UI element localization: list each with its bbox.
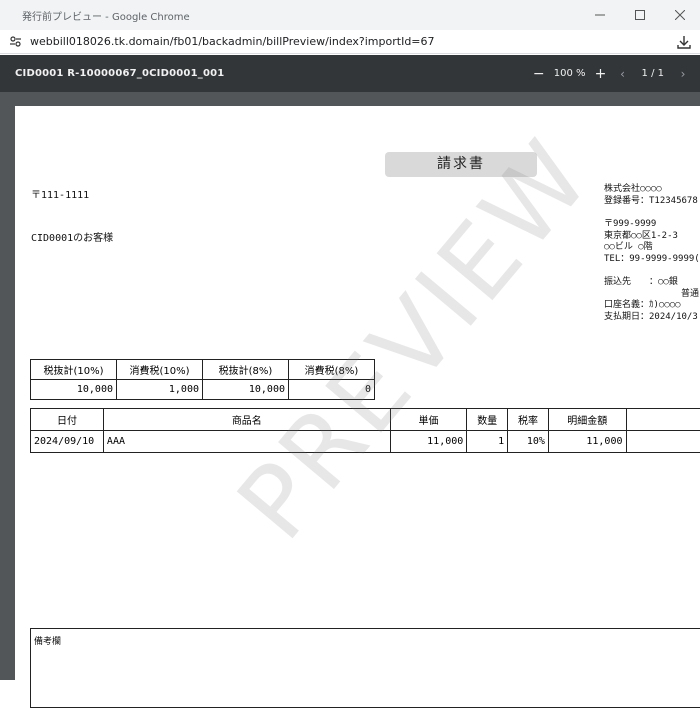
tax-value: 0	[289, 380, 375, 400]
issuer-postal: 〒999-9999	[604, 219, 700, 231]
download-icon[interactable]	[676, 34, 692, 50]
tax-header: 消費税(10%)	[117, 360, 203, 380]
items-header: 商品名	[103, 409, 390, 431]
zoom-in-button[interactable]: +	[594, 66, 608, 82]
tax-summary-table: 税抜計(10%) 消費税(10%) 税抜計(8%) 消費税(8%) 10,000…	[30, 359, 375, 400]
item-tax-rate: 10%	[508, 431, 549, 453]
issuer-tel: TEL：99-9999-9999(	[604, 254, 700, 266]
item-quantity: 1	[467, 431, 508, 453]
remarks-label: 備考欄	[34, 634, 61, 647]
issuer-address2: ○○ビル ○階	[604, 242, 700, 254]
page-indicator[interactable]: 1 / 1	[642, 68, 664, 79]
customer-postal-code: 〒111-1111	[31, 186, 89, 201]
item-amount: 11,000	[548, 431, 626, 453]
bank-name: ○○銀	[658, 277, 678, 287]
minimize-button[interactable]	[580, 0, 620, 30]
tax-value: 10,000	[203, 380, 289, 400]
items-header: 日付	[31, 409, 104, 431]
close-icon	[675, 10, 685, 20]
zoom-level[interactable]: 100 %	[554, 68, 586, 79]
issuer-address1: 東京都○○区1-2-3	[604, 231, 700, 243]
url-text[interactable]: webbill018026.tk.domain/fb01/backadmin/b…	[30, 35, 435, 48]
line-items-table: 日付 商品名 単価 数量 税率 明細金額 2024/09/10 AAA 11,0…	[30, 408, 700, 453]
item-extra	[626, 431, 700, 453]
window-title: 発行前プレビュー - Google Chrome	[22, 8, 190, 23]
account-type: 普通	[604, 289, 700, 301]
close-button[interactable]	[660, 0, 700, 30]
tax-value: 10,000	[31, 380, 117, 400]
items-header: 税率	[508, 409, 549, 431]
maximize-button[interactable]	[620, 0, 660, 30]
tax-header: 税抜計(10%)	[31, 360, 117, 380]
zoom-out-button[interactable]: −	[532, 66, 546, 82]
items-header: 数量	[467, 409, 508, 431]
payment-due: 支払期日：2024/10/3	[604, 312, 700, 324]
items-header	[626, 409, 700, 431]
bank-label: 振込先 ：	[604, 277, 658, 287]
preview-watermark: PREVIEW	[215, 118, 614, 562]
document-title: 請求書	[385, 152, 537, 177]
item-name: AAA	[103, 431, 390, 453]
item-unit-price: 11,000	[390, 431, 467, 453]
issuer-company: 株式会社○○○○	[604, 184, 700, 196]
item-date: 2024/09/10	[31, 431, 104, 453]
next-page-button[interactable]: ›	[676, 67, 690, 81]
title-bar: 発行前プレビュー - Google Chrome	[0, 0, 700, 30]
tax-header: 消費税(8%)	[289, 360, 375, 380]
document-name: CID0001 R-10000067_0CID0001_001	[15, 68, 224, 79]
site-info-icon[interactable]	[8, 35, 22, 49]
prev-page-button[interactable]: ‹	[616, 67, 630, 81]
address-bar[interactable]: webbill018026.tk.domain/fb01/backadmin/b…	[0, 30, 700, 54]
items-header-row: 日付 商品名 単価 数量 税率 明細金額	[31, 409, 700, 431]
pdf-viewer[interactable]: 請求書 〒111-1111 CID0001のお客様 株式会社○○○○ 登録番号：…	[0, 92, 700, 680]
issuer-registration: 登録番号：T12345678	[604, 196, 700, 208]
account-name: 口座名義：ｶ)○○○○	[604, 300, 700, 312]
maximize-icon	[635, 10, 645, 20]
issuer-block: 株式会社○○○○ 登録番号：T12345678 〒999-9999 東京都○○区…	[604, 184, 700, 323]
tax-value: 1,000	[117, 380, 203, 400]
remarks-box: 備考欄	[30, 628, 700, 708]
table-row: 2024/09/10 AAA 11,000 1 10% 11,000	[31, 431, 700, 453]
minimize-icon	[595, 10, 605, 20]
customer-name: CID0001のお客様	[31, 229, 113, 244]
pdf-page: 請求書 〒111-1111 CID0001のお客様 株式会社○○○○ 登録番号：…	[15, 106, 700, 706]
items-header: 明細金額	[548, 409, 626, 431]
pdf-controls: − 100 % + ‹ 1 / 1 ›	[532, 55, 690, 92]
window-controls	[580, 0, 700, 30]
tax-header: 税抜計(8%)	[203, 360, 289, 380]
bank-line: 振込先 ：○○銀	[604, 277, 700, 289]
pdf-toolbar: CID0001 R-10000067_0CID0001_001 − 100 % …	[0, 55, 700, 92]
items-header: 単価	[390, 409, 467, 431]
